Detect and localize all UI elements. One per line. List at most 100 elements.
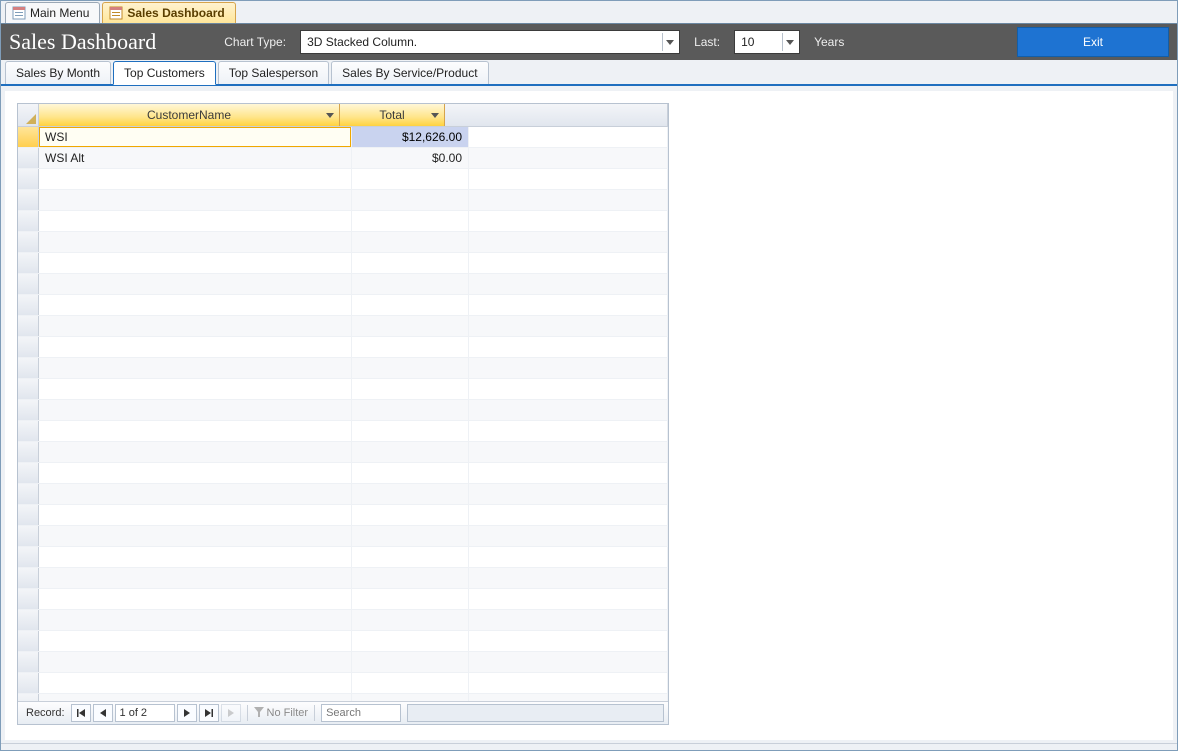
row-selector[interactable] <box>18 358 39 378</box>
table-row[interactable] <box>18 505 668 526</box>
cell-total[interactable] <box>352 589 469 609</box>
cell-customername[interactable] <box>39 274 352 294</box>
table-row[interactable] <box>18 400 668 421</box>
table-row[interactable] <box>18 673 668 694</box>
cell-total[interactable] <box>352 673 469 693</box>
tab-top-salesperson[interactable]: Top Salesperson <box>218 61 329 84</box>
table-row[interactable] <box>18 610 668 631</box>
table-row[interactable] <box>18 526 668 547</box>
table-row[interactable] <box>18 652 668 673</box>
cell-customername[interactable] <box>39 442 352 462</box>
cell-total[interactable] <box>352 484 469 504</box>
row-selector[interactable] <box>18 610 39 630</box>
row-selector[interactable] <box>18 232 39 252</box>
table-row[interactable] <box>18 547 668 568</box>
table-row[interactable] <box>18 421 668 442</box>
cell-customername[interactable] <box>39 190 352 210</box>
row-selector[interactable] <box>18 127 39 147</box>
cell-customername[interactable] <box>39 232 352 252</box>
cell-customername[interactable] <box>39 568 352 588</box>
row-selector[interactable] <box>18 505 39 525</box>
table-row[interactable] <box>18 190 668 211</box>
cell-customername[interactable] <box>39 610 352 630</box>
cell-total[interactable] <box>352 190 469 210</box>
filter-status[interactable]: No Filter <box>254 707 309 720</box>
doc-tab-sales-dashboard[interactable]: Sales Dashboard <box>102 2 235 23</box>
row-selector[interactable] <box>18 337 39 357</box>
cell-customername[interactable] <box>39 547 352 567</box>
column-header-customername[interactable]: CustomerName <box>39 104 340 126</box>
cell-customername[interactable] <box>39 484 352 504</box>
cell-customername[interactable] <box>39 379 352 399</box>
select-all-cell[interactable] <box>18 104 39 126</box>
cell-total[interactable] <box>352 610 469 630</box>
table-row[interactable] <box>18 169 668 190</box>
cell-total[interactable] <box>352 400 469 420</box>
cell-total[interactable] <box>352 526 469 546</box>
cell-customername[interactable] <box>39 421 352 441</box>
row-selector[interactable] <box>18 442 39 462</box>
table-row[interactable] <box>18 631 668 652</box>
row-selector[interactable] <box>18 421 39 441</box>
row-selector[interactable] <box>18 400 39 420</box>
table-row[interactable] <box>18 358 668 379</box>
doc-tab-main-menu[interactable]: Main Menu <box>5 2 100 23</box>
tab-sales-by-service-product[interactable]: Sales By Service/Product <box>331 61 488 84</box>
table-row[interactable] <box>18 442 668 463</box>
row-selector[interactable] <box>18 568 39 588</box>
table-row[interactable]: WSI Alt$0.00 <box>18 148 668 169</box>
record-position-input[interactable]: 1 of 2 <box>115 704 175 722</box>
cell-customername[interactable] <box>39 526 352 546</box>
cell-customername[interactable] <box>39 505 352 525</box>
nav-prev-button[interactable] <box>93 704 113 722</box>
chevron-down-icon[interactable] <box>325 110 335 120</box>
datasheet-body[interactable]: WSI$12,626.00WSI Alt$0.00 <box>18 127 668 701</box>
nav-next-button[interactable] <box>177 704 197 722</box>
row-selector[interactable] <box>18 379 39 399</box>
cell-customername[interactable] <box>39 316 352 336</box>
cell-total[interactable] <box>352 253 469 273</box>
cell-total[interactable] <box>352 379 469 399</box>
cell-customername[interactable] <box>39 652 352 672</box>
row-selector[interactable] <box>18 484 39 504</box>
cell-total[interactable] <box>352 547 469 567</box>
cell-total[interactable] <box>352 421 469 441</box>
row-selector[interactable] <box>18 169 39 189</box>
cell-total[interactable] <box>352 169 469 189</box>
row-selector[interactable] <box>18 631 39 651</box>
table-row[interactable] <box>18 337 668 358</box>
row-selector[interactable] <box>18 673 39 693</box>
cell-total[interactable]: $12,626.00 <box>352 127 469 147</box>
cell-total[interactable] <box>352 652 469 672</box>
table-row[interactable] <box>18 274 668 295</box>
row-selector[interactable] <box>18 211 39 231</box>
cell-total[interactable] <box>352 442 469 462</box>
cell-customername[interactable] <box>39 589 352 609</box>
row-selector[interactable] <box>18 190 39 210</box>
cell-total[interactable] <box>352 568 469 588</box>
cell-total[interactable] <box>352 295 469 315</box>
cell-total[interactable] <box>352 232 469 252</box>
cell-total[interactable] <box>352 694 469 701</box>
cell-customername[interactable] <box>39 358 352 378</box>
cell-total[interactable] <box>352 337 469 357</box>
table-row[interactable] <box>18 316 668 337</box>
table-row[interactable] <box>18 295 668 316</box>
row-selector[interactable] <box>18 295 39 315</box>
row-selector[interactable] <box>18 589 39 609</box>
cell-total[interactable] <box>352 358 469 378</box>
table-row[interactable] <box>18 589 668 610</box>
table-row[interactable] <box>18 463 668 484</box>
cell-customername[interactable] <box>39 673 352 693</box>
table-row[interactable] <box>18 211 668 232</box>
table-row[interactable] <box>18 253 668 274</box>
horizontal-scrollbar[interactable] <box>407 704 664 722</box>
table-row[interactable] <box>18 379 668 400</box>
nav-first-button[interactable] <box>71 704 91 722</box>
cell-customername[interactable] <box>39 337 352 357</box>
nav-new-button[interactable] <box>221 704 241 722</box>
cell-customername[interactable] <box>39 253 352 273</box>
row-selector[interactable] <box>18 316 39 336</box>
nav-last-button[interactable] <box>199 704 219 722</box>
row-selector[interactable] <box>18 274 39 294</box>
